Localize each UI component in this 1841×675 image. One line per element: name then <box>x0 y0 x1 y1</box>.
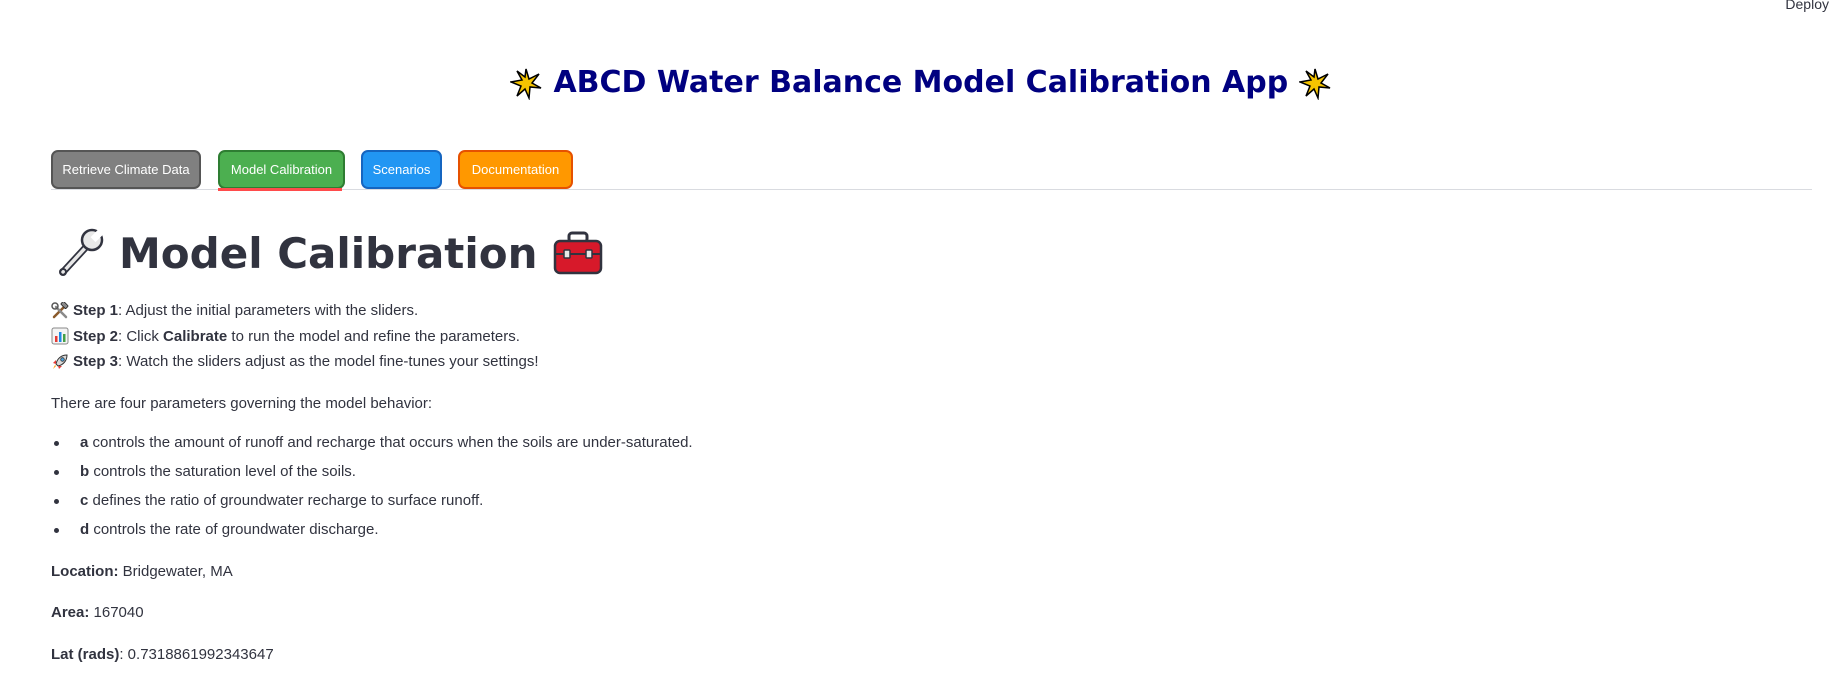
app-title-text: ABCD Water Balance Model Calibration App <box>553 65 1289 100</box>
step-2: Step 2: Click Calibrate to run the model… <box>51 324 951 350</box>
app-title: ABCD Water Balance Model Calibration App <box>0 64 1841 102</box>
wrench-icon <box>51 226 105 280</box>
page-heading-text: Model Calibration <box>119 228 538 278</box>
step-1-text: : Adjust the initial parameters with the… <box>118 302 419 319</box>
list-item: d controls the rate of groundwater disch… <box>51 517 951 543</box>
intro-text: There are four parameters governing the … <box>51 394 433 412</box>
tab-retrieve-climate-data[interactable]: Retrieve Climate Data <box>51 150 201 189</box>
param-desc: controls the rate of groundwater dischar… <box>89 521 379 538</box>
step-2-label: Step 2 <box>73 327 119 345</box>
param-name: b <box>80 463 90 480</box>
lat-label: Lat (rads) <box>51 645 120 663</box>
parameter-list: a controls the amount of runoff and rech… <box>51 430 951 543</box>
step-1-label: Step 1 <box>73 302 119 319</box>
list-item: a controls the amount of runoff and rech… <box>51 430 951 456</box>
tab-documentation[interactable]: Documentation <box>458 150 573 189</box>
glowing-star-icon <box>508 64 553 102</box>
bar-chart-icon <box>51 327 73 345</box>
param-name: d <box>80 521 90 538</box>
active-tab-indicator <box>218 188 342 191</box>
lat-value: : 0.7318861992343647 <box>119 645 274 663</box>
list-item: c defines the ratio of groundwater recha… <box>51 488 951 514</box>
param-desc: controls the saturation level of the soi… <box>89 463 356 480</box>
tab-model-calibration[interactable]: Model Calibration <box>218 150 345 189</box>
deploy-button[interactable]: Deploy <box>1785 0 1829 12</box>
toolbox-icon <box>552 230 604 276</box>
rocket-icon <box>51 353 73 371</box>
page-heading: Model Calibration <box>51 226 604 280</box>
param-desc: defines the ratio of groundwater recharg… <box>88 492 484 509</box>
location-label: Location: <box>51 562 119 580</box>
tab-bar: Retrieve Climate Data Model Calibration … <box>51 150 1812 191</box>
calibrate-keyword: Calibrate <box>163 327 228 345</box>
step-2-text-pre: : Click <box>118 327 159 345</box>
area-info: Area: 167040 <box>51 600 951 626</box>
location-info: Location: Bridgewater, MA <box>51 559 951 585</box>
area-value: 167040 <box>89 604 144 621</box>
param-desc: controls the amount of runoff and rechar… <box>88 434 693 451</box>
main-content: Step 1: Adjust the initial parameters wi… <box>51 298 951 667</box>
step-3-text: : Watch the sliders adjust as the model … <box>118 353 539 370</box>
glowing-star-icon <box>1296 64 1331 102</box>
list-item: b controls the saturation level of the s… <box>51 459 951 485</box>
tab-scenarios[interactable]: Scenarios <box>361 150 442 189</box>
area-label: Area: <box>51 604 90 621</box>
lat-info: Lat (rads): 0.7318861992343647 <box>51 642 951 668</box>
hammer-and-wrench-icon <box>51 301 73 320</box>
step-3-label: Step 3 <box>73 353 119 370</box>
location-value: Bridgewater, MA <box>118 562 233 580</box>
step-3: Step 3: Watch the sliders adjust as the … <box>51 349 951 375</box>
step-2-text-post: to run the model and refine the paramete… <box>231 327 520 345</box>
step-1: Step 1: Adjust the initial parameters wi… <box>51 298 951 324</box>
